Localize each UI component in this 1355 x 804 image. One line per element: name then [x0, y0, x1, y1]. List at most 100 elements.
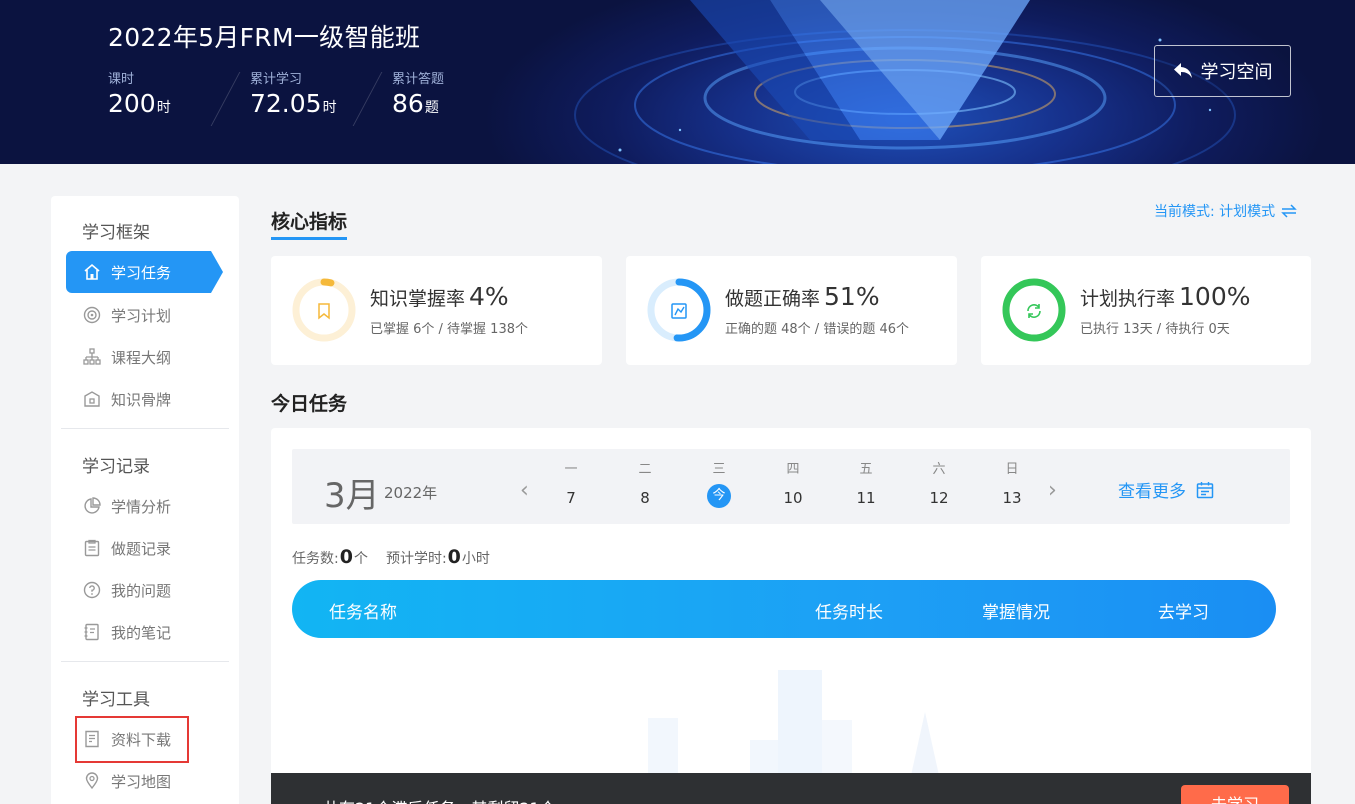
pie-chart-icon [82, 496, 102, 516]
course-banner: 2022年5月FRM一级智能班 课时 200时 累计学习 72.05时 累计答题… [0, 0, 1355, 164]
stat-value: 200 [108, 89, 156, 118]
stat-divider [210, 72, 241, 126]
metric-detail: 已执行 13天 / 待执行 0天 [1080, 322, 1230, 337]
sidebar-item-label: 我的笔记 [111, 623, 172, 642]
est-time-unit: 小时 [461, 551, 490, 567]
calendar-day[interactable]: 一7 [551, 458, 591, 510]
sidebar-item-my-notes[interactable]: 我的笔记 [66, 611, 223, 653]
switch-icon [1281, 204, 1297, 218]
weekday-label: 四 [786, 462, 800, 477]
metric-percent: 100% [1179, 282, 1251, 311]
stat-unit: 时 [322, 100, 337, 116]
see-more-link[interactable]: 查看更多 [1118, 477, 1214, 502]
est-time-label: 预计学时: [385, 551, 447, 567]
core-metrics-title: 核心指标 [271, 211, 348, 233]
empty-state-illustration [648, 670, 940, 780]
calendar-day-today[interactable]: 三今 [699, 458, 739, 508]
metric-percent: 4% [469, 282, 509, 311]
sidebar-item-label: 学习计划 [111, 306, 172, 325]
sidebar-item-learning-analysis[interactable]: 学情分析 [66, 485, 223, 527]
metric-detail: 正确的题 48个 / 错误的题 46个 [725, 322, 909, 337]
calendar-day[interactable]: 六 12 [919, 458, 959, 510]
stat-value: 72.05 [250, 89, 322, 118]
map-pin-icon [82, 771, 102, 791]
sidebar-item-study-map[interactable]: 学习地图 [66, 760, 223, 802]
est-time-value: 0 [447, 546, 461, 568]
org-chart-icon [82, 347, 102, 367]
study-space-button[interactable]: 学习空间 [1154, 45, 1291, 97]
stat-unit: 时 [156, 100, 171, 116]
weekday-label: 三 [712, 462, 726, 477]
task-summary: 任务数: 0 个 预计学时: 0 小时 [292, 546, 490, 568]
box-icon [82, 389, 102, 409]
task-count-label: 任务数: [292, 551, 339, 567]
calendar-day[interactable]: 日 13 [992, 458, 1032, 510]
date-label: 12 [929, 489, 949, 507]
sidebar-item-label: 学习任务 [111, 263, 172, 282]
sidebar-item-study-plan[interactable]: 学习计划 [66, 294, 223, 336]
column-header: 去学习 [1158, 603, 1209, 623]
stat-answered: 累计答题 86题 [392, 68, 444, 118]
metric-title: 知识掌握率 4% [370, 282, 509, 311]
highlight-annotation [75, 716, 189, 763]
column-header: 任务名称 [329, 603, 397, 623]
date-label: 今 [707, 484, 731, 508]
metric-card-accuracy: 做题正确率 51% 正确的题 48个 / 错误的题 46个 [626, 256, 957, 365]
date-label: 11 [856, 489, 876, 507]
mode-switch-link[interactable]: 当前模式: 计划模式 [1154, 201, 1297, 221]
today-tasks-title: 今日任务 [271, 393, 348, 415]
sidebar-section-title: 学习记录 [82, 457, 150, 477]
sidebar-divider [61, 661, 229, 662]
target-icon [82, 305, 102, 325]
chart-icon [670, 302, 688, 320]
title-underline [271, 237, 347, 240]
calendar-icon [1196, 481, 1214, 498]
sidebar-item-knowledge-dominoes[interactable]: 知识骨牌 [66, 378, 223, 420]
weekday-label: 一 [564, 462, 578, 477]
stat-label: 累计答题 [392, 72, 445, 87]
stat-divider [352, 72, 383, 126]
column-header: 任务时长 [815, 603, 883, 623]
metric-card-knowledge: 知识掌握率 4% 已掌握 6个 / 待掌握 138个 [271, 256, 602, 365]
back-arrow-icon [1173, 63, 1192, 78]
study-space-label: 学习空间 [1200, 62, 1273, 83]
clipboard-icon [82, 538, 102, 558]
stat-study-time: 累计学习 72.05时 [250, 68, 337, 118]
calendar-day[interactable]: 二8 [625, 458, 665, 510]
date-label: 13 [1002, 489, 1022, 507]
metric-card-plan-execution: 计划执行率 100% 已执行 13天 / 待执行 0天 [981, 256, 1311, 365]
calendar-day[interactable]: 五 11 [846, 458, 886, 510]
metric-label: 计划执行率 [1080, 288, 1176, 310]
go-study-button[interactable]: 去学习 [1181, 785, 1289, 804]
see-more-label: 查看更多 [1118, 482, 1186, 502]
sidebar-item-label: 学习地图 [111, 772, 172, 791]
delayed-tasks-text: 共有21个滞后任务，其剩留21个 [323, 795, 556, 804]
sidebar-item-my-questions[interactable]: 我的问题 [66, 569, 223, 611]
notebook-icon [82, 622, 102, 642]
prev-week-icon[interactable]: ‹ [520, 478, 529, 503]
stat-label: 课时 [108, 72, 135, 87]
column-header: 掌握情况 [982, 603, 1050, 623]
metric-title: 做题正确率 51% [725, 282, 880, 311]
metric-percent: 51% [824, 282, 880, 311]
stat-class-hours: 课时 200时 [108, 68, 171, 118]
weekday-label: 六 [932, 462, 946, 477]
mode-link-label: 当前模式: 计划模式 [1154, 204, 1276, 220]
sidebar-item-study-tasks[interactable]: 学习任务 [66, 251, 223, 293]
sidebar-item-label: 学情分析 [111, 497, 172, 516]
next-week-icon[interactable]: › [1048, 478, 1057, 503]
sidebar-item-exercise-records[interactable]: 做题记录 [66, 527, 223, 569]
metric-detail: 已掌握 6个 / 待掌握 138个 [370, 322, 528, 337]
metric-label: 做题正确率 [725, 288, 821, 310]
sidebar-item-label: 做题记录 [111, 539, 172, 558]
bookmark-icon [315, 302, 333, 320]
calendar-day[interactable]: 四 10 [773, 458, 813, 510]
sidebar-item-course-outline[interactable]: 课程大纲 [66, 336, 223, 378]
delayed-tasks-bar: 共有21个滞后任务，其剩留21个 去学习 [271, 773, 1311, 804]
calendar-month: 3月 [324, 476, 380, 516]
task-count-unit: 个 [353, 551, 368, 567]
sidebar-item-label: 课程大纲 [111, 348, 172, 367]
calendar-year: 2022年 [384, 484, 438, 502]
metric-label: 知识掌握率 [370, 288, 466, 310]
weekday-label: 日 [1005, 462, 1019, 477]
